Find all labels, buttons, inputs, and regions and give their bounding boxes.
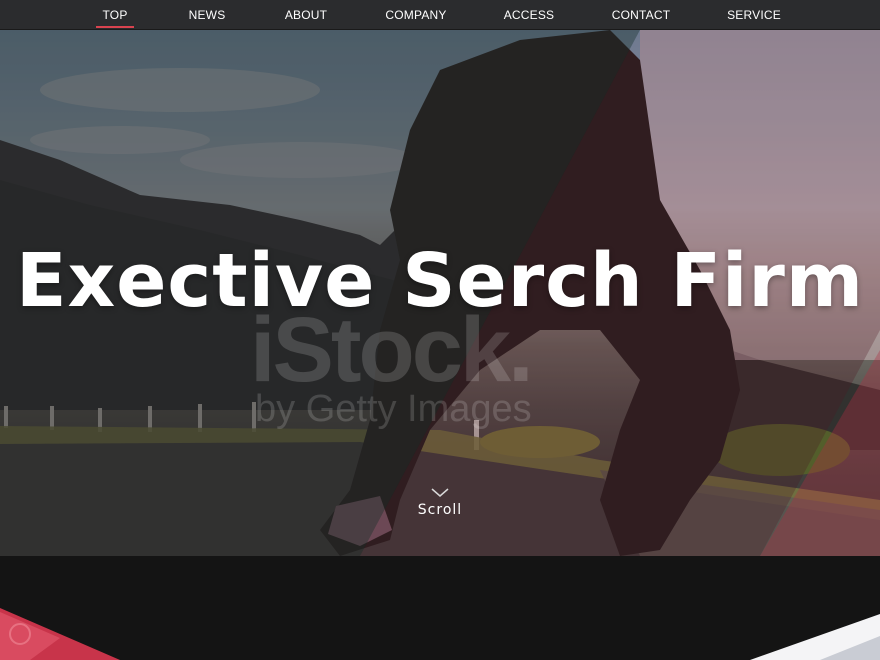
chevron-down-icon[interactable] [431,488,449,498]
hero-title: Exective Serch Firm [15,238,865,324]
nav-item-label: COMPANY [385,8,447,22]
top-navigation: TOP NEWS ABOUT COMPANY ACCESS CONTACT SE… [0,0,880,30]
watermark-sub-text: by Getty Images [255,388,532,430]
nav-item-label: TOP [102,8,128,22]
nav-item-news[interactable]: NEWS [184,0,230,30]
nav-item-top[interactable]: TOP [96,0,134,30]
lower-section [0,556,880,660]
hero-section: iStock. by Getty Images Exective Serch F… [0,30,880,556]
nav-item-access[interactable]: ACCESS [500,0,558,30]
nav-item-label: SERVICE [727,8,781,22]
nav-item-label: CONTACT [611,8,671,22]
nav-item-about[interactable]: ABOUT [280,0,332,30]
nav-item-contact[interactable]: CONTACT [608,0,674,30]
decorative-shapes [0,608,880,660]
nav-item-service[interactable]: SERVICE [724,0,784,30]
nav-item-label: ABOUT [284,8,328,22]
nav-item-label: NEWS [188,8,226,22]
nav-item-label: ACCESS [503,8,555,22]
nav-item-company[interactable]: COMPANY [382,0,450,30]
scroll-link[interactable]: Scroll [400,502,480,518]
